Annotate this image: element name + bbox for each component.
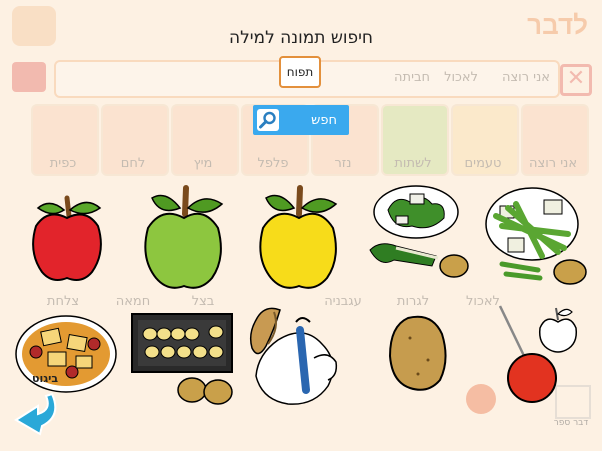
bg-tile-label: חמאה [115, 294, 151, 309]
sentence-word: לאכול [444, 70, 478, 85]
bg-tile-label: אני רוצה [528, 156, 578, 171]
category-button [12, 62, 46, 92]
search-button-label: חפש [311, 112, 337, 128]
bg-speak-button [466, 384, 496, 414]
bg-tile-label: כפית [49, 156, 77, 171]
magnifier-icon [257, 109, 279, 131]
result-label: ביגוט [32, 372, 59, 385]
potato-dish-image[interactable]: ביגוט [14, 312, 120, 396]
green-apple-image[interactable] [140, 182, 226, 294]
sentence-word: אני רוצה [501, 70, 550, 85]
bg-tile-label: מיץ [193, 156, 213, 171]
bg-tile-label: טעמים [464, 156, 502, 171]
peeling-potato-image[interactable] [244, 300, 354, 412]
red-apple-image[interactable] [28, 186, 106, 286]
bg-tile-label: לחם [120, 156, 146, 171]
close-icon: ✕ [560, 64, 592, 96]
search-button[interactable]: חפש [253, 105, 349, 135]
yellow-apple-image[interactable] [256, 182, 342, 294]
potato-slices-tray-image[interactable] [130, 312, 236, 408]
back-arrow-icon[interactable] [10, 386, 62, 438]
bg-tile-label: לשתות [394, 156, 432, 171]
dialog-title: חיפוש תמונה למילה [228, 28, 374, 48]
sentence-word: חביתה [394, 70, 430, 85]
bg-tile-label: לגרות [396, 294, 430, 309]
green-beans-plate-image[interactable] [482, 186, 592, 286]
potato-image[interactable] [388, 314, 450, 394]
bg-bottom-label: דבר ספר [553, 418, 589, 428]
potato-dish-drawing [15, 315, 117, 393]
candy-apple-image[interactable] [496, 300, 580, 406]
search-input[interactable] [279, 56, 321, 88]
bg-tile-label: צלחת [46, 294, 80, 309]
bg-tile-label: בצל [191, 294, 215, 309]
bg-tile-label: פלפל [257, 156, 289, 171]
bg-tile-label: נזר [334, 156, 352, 171]
spinach-plate-image[interactable] [366, 184, 476, 284]
